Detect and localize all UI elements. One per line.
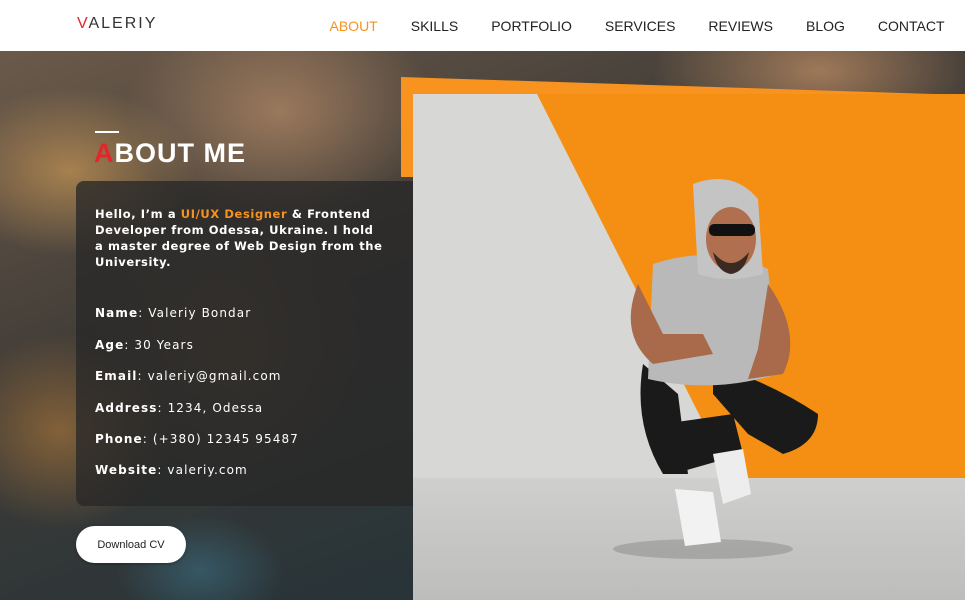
info-address: Address: 1234, Odessa	[95, 401, 264, 415]
info-age: Age: 30 Years	[95, 338, 194, 352]
role-highlight: UI/UX Designer	[180, 207, 288, 221]
main-nav: ABOUT SKILLS PORTFOLIO SERVICES REVIEWS …	[313, 0, 961, 51]
nav-item-reviews[interactable]: REVIEWS	[708, 18, 773, 34]
nav-item-about[interactable]: ABOUT	[330, 18, 378, 34]
site-logo[interactable]: VALERIY	[77, 15, 157, 33]
nav-item-contact[interactable]: CONTACT	[878, 18, 945, 34]
nav-item-services[interactable]: SERVICES	[605, 18, 676, 34]
intro-text: Hello, I’m a UI/UX Designer & Frontend D…	[95, 207, 383, 269]
nav-item-portfolio[interactable]: PORTFOLIO	[491, 18, 572, 34]
section-title: ABOUT ME	[94, 138, 246, 168]
download-cv-button[interactable]: Download CV	[76, 526, 186, 563]
top-navbar: VALERIY ABOUT SKILLS PORTFOLIO SERVICES …	[0, 0, 965, 51]
nav-item-blog[interactable]: BLOG	[806, 18, 845, 34]
info-phone: Phone: (+380) 12345 95487	[95, 432, 299, 446]
person-illustration	[613, 179, 818, 559]
info-email: Email: valeriy@gmail.com	[95, 369, 282, 383]
title-divider	[95, 131, 119, 133]
info-website: Website: valeriy.com	[95, 463, 248, 477]
info-name: Name: Valeriy Bondar	[95, 306, 252, 320]
nav-item-skills[interactable]: SKILLS	[411, 18, 458, 34]
profile-photo	[413, 94, 965, 600]
